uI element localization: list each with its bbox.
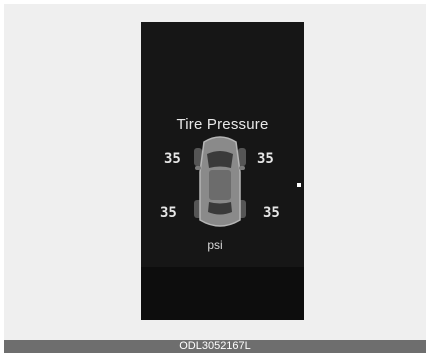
caption-bar: ODL3052167L	[4, 340, 426, 353]
pressure-unit-label: psi	[207, 238, 223, 252]
tire-pressure-rear-left: 35	[160, 205, 177, 221]
cluster-footer	[141, 267, 304, 320]
tire-pressure-front-left: 35	[164, 151, 181, 167]
tire-pressure-front-right: 35	[257, 151, 274, 167]
tire-pressure-rear-right: 35	[263, 205, 280, 221]
car-top-view-icon	[194, 136, 246, 227]
image-code-caption: ODL3052167L	[179, 340, 251, 352]
scroll-indicator	[297, 183, 301, 187]
screen-title: Tire Pressure	[176, 116, 269, 133]
